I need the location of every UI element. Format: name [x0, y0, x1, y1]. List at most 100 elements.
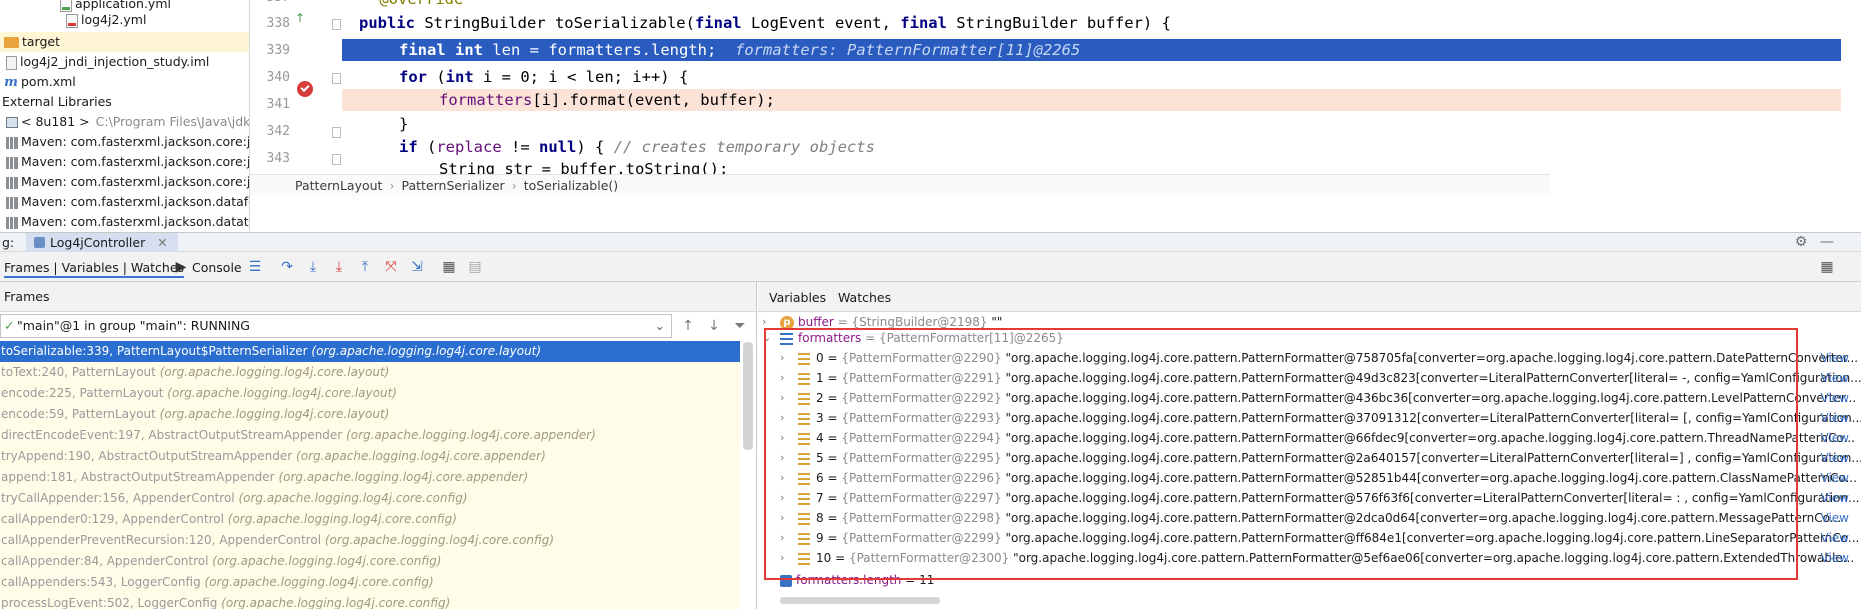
array-element-icon [798, 532, 810, 545]
expand-arrow-icon[interactable]: › [780, 388, 790, 408]
fold-icon[interactable] [332, 127, 341, 138]
array-element-row[interactable]: › 9 = {PatternFormatter@2299} "org.apache… [758, 528, 1861, 548]
array-element-row[interactable]: › 8 = {PatternFormatter@2298} "org.apache… [758, 508, 1861, 528]
step-over-icon[interactable]: ↷ [278, 258, 296, 276]
tree-item-library[interactable]: Maven: com.fasterxml.jackson.core:jack [0, 172, 250, 192]
stack-frame-row[interactable]: tryCallAppender:156, AppenderControl (or… [0, 488, 740, 509]
expand-arrow-icon[interactable]: › [780, 548, 790, 568]
array-element-row[interactable]: › 4 = {PatternFormatter@2294} "org.apache… [758, 428, 1861, 448]
frames-scrollbar[interactable] [743, 342, 753, 450]
array-element-row[interactable]: › 2 = {PatternFormatter@2292} "org.apache… [758, 388, 1861, 408]
view-link[interactable]: View [1821, 368, 1849, 388]
view-link[interactable]: View [1821, 428, 1849, 448]
array-element-icon [798, 412, 810, 425]
layout-settings-icon[interactable]: ▦ [1818, 258, 1836, 276]
tree-item-log4j2-yml[interactable]: log4j2.yml [0, 10, 249, 30]
view-link[interactable]: View [1821, 448, 1849, 468]
view-link[interactable]: View [1821, 548, 1849, 568]
array-element-row[interactable]: › 3 = {PatternFormatter@2293} "org.apache… [758, 408, 1861, 428]
array-element-row[interactable]: › 5 = {PatternFormatter@2295} "org.apache… [758, 448, 1861, 468]
tree-item-library[interactable]: Maven: com.fasterxml.jackson.core:jack [0, 132, 249, 152]
collapse-arrow-icon[interactable]: ⌄ [762, 328, 772, 348]
fold-icon[interactable] [332, 73, 341, 84]
frame-down-icon[interactable]: ↓ [704, 316, 724, 336]
tree-item-library[interactable]: Maven: com.fasterxml.jackson.core:jack [0, 152, 249, 172]
override-arrow-icon[interactable]: ↑ [295, 12, 305, 24]
expand-arrow-icon[interactable]: › [780, 428, 790, 448]
tree-item-external-libraries[interactable]: External Libraries [0, 92, 249, 112]
array-element-row[interactable]: › 1 = {PatternFormatter@2291} "org.apache… [758, 368, 1861, 388]
stack-frame-row[interactable]: tryAppend:190, AbstractOutputStreamAppen… [0, 446, 740, 467]
tree-item-jdk[interactable]: < 8u181 > C:\Program Files\Java\jdk1. [0, 112, 249, 132]
filter-icon[interactable]: ⏷ [730, 316, 750, 336]
array-element-row[interactable]: › 10 = {PatternFormatter@2300} "org.apach… [758, 548, 1861, 568]
expand-arrow-icon[interactable]: › [780, 508, 790, 528]
view-link[interactable]: View [1821, 408, 1849, 428]
menu-icon[interactable]: ☰ [246, 258, 264, 276]
debug-session-tab[interactable]: Log4jController ✕ [26, 233, 178, 252]
tab-variables[interactable]: Variables [769, 290, 826, 305]
view-link[interactable]: View [1821, 488, 1849, 508]
stack-frame-row[interactable]: callAppender:84, AppenderControl (org.ap… [0, 551, 740, 572]
tree-item-label: log4j2_jndi_injection_study.iml [20, 54, 210, 69]
tree-item-label: Maven: com.fasterxml.jackson.core:jack [21, 174, 250, 189]
stack-frame-row[interactable]: callAppenders:543, LoggerConfig (org.apa… [0, 572, 740, 593]
tab-console[interactable]: Console [192, 258, 242, 278]
breadcrumb-separator-icon: › [389, 178, 395, 193]
expand-arrow-icon[interactable]: › [780, 448, 790, 468]
stack-frame-row[interactable]: processLogEvent:502, LoggerConfig (org.a… [0, 593, 740, 609]
breadcrumb-item[interactable]: PatternSerializer [401, 178, 504, 193]
view-link[interactable]: View [1821, 508, 1849, 528]
view-link[interactable]: View [1821, 388, 1849, 408]
code-line-340: for (int i = 0; i < len; i++) { [399, 68, 689, 86]
tree-item-iml[interactable]: log4j2_jndi_injection_study.iml [0, 52, 249, 72]
stack-frame-row[interactable]: toText:240, PatternLayout (org.apache.lo… [0, 362, 740, 383]
frame-up-icon[interactable]: ↑ [678, 316, 698, 336]
expand-arrow-icon[interactable]: › [780, 488, 790, 508]
tree-item-library[interactable]: Maven: com.fasterxml.jackson.datatype [0, 212, 249, 232]
force-step-into-icon[interactable]: ⤓ [330, 258, 348, 276]
gear-icon[interactable]: ⚙ [1793, 234, 1809, 250]
stack-frame-row[interactable]: toSerializable:339, PatternLayout$Patter… [0, 341, 740, 362]
array-element-row[interactable]: › 0 = {PatternFormatter@2290} "org.apache… [758, 348, 1861, 368]
evaluate-expression-icon[interactable]: ▦ [440, 258, 458, 276]
tree-item-target[interactable]: target [0, 32, 249, 52]
expand-arrow-icon[interactable]: › [780, 348, 790, 368]
tab-frames-variables-watches[interactable]: Frames | Variables | Watches [4, 258, 185, 278]
tree-item-pom[interactable]: m pom.xml [0, 72, 249, 92]
breadcrumb-item[interactable]: PatternLayout [295, 178, 382, 193]
thread-selector[interactable]: ✓ "main"@1 in group "main": RUNNING ⌄ [0, 314, 672, 338]
step-out-icon[interactable]: ⤒ [356, 258, 374, 276]
tree-item-library[interactable]: Maven: com.fasterxml.jackson.dataforn [0, 192, 249, 212]
tab-watches[interactable]: Watches [838, 290, 891, 305]
run-to-cursor-icon[interactable]: ⇲ [408, 258, 426, 276]
drop-frame-icon[interactable]: ⤧ [382, 258, 400, 276]
expand-arrow-icon[interactable]: › [780, 528, 790, 548]
variables-horizontal-scrollbar[interactable] [780, 597, 940, 604]
fold-icon[interactable] [332, 154, 341, 165]
breadcrumb-item[interactable]: toSerializable() [524, 178, 618, 193]
view-link[interactable]: View [1821, 468, 1849, 488]
variable-row-formatters-length[interactable]: formatters.length = 11 [758, 570, 1861, 590]
array-element-row[interactable]: › 7 = {PatternFormatter@2297} "org.apache… [758, 488, 1861, 508]
expand-arrow-icon[interactable]: › [780, 408, 790, 428]
expand-arrow-icon[interactable]: › [780, 368, 790, 388]
array-element-row[interactable]: › 6 = {PatternFormatter@2296} "org.apache… [758, 468, 1861, 488]
minimize-icon[interactable]: — [1819, 234, 1835, 250]
stack-frame-row[interactable]: append:181, AbstractOutputStreamAppender… [0, 467, 740, 488]
fold-icon[interactable] [332, 19, 341, 30]
close-icon[interactable]: ✕ [157, 235, 167, 250]
stack-frame-row[interactable]: encode:225, PatternLayout (org.apache.lo… [0, 383, 740, 404]
line-number: 339 [266, 43, 290, 58]
stack-frame-row[interactable]: directEncodeEvent:197, AbstractOutputStr… [0, 425, 740, 446]
trace-icon[interactable]: ▤ [466, 258, 484, 276]
stack-frame-row[interactable]: callAppender0:129, AppenderControl (org.… [0, 509, 740, 530]
stack-frame-row[interactable]: encode:59, PatternLayout (org.apache.log… [0, 404, 740, 425]
step-into-icon[interactable]: ⤓ [304, 258, 322, 276]
view-link[interactable]: View [1821, 528, 1849, 548]
breakpoint-icon[interactable] [297, 81, 313, 97]
view-link[interactable]: View [1821, 348, 1849, 368]
expand-arrow-icon[interactable]: › [780, 468, 790, 488]
stack-frame-row[interactable]: callAppenderPreventRecursion:120, Append… [0, 530, 740, 551]
variable-row-formatters[interactable]: ⌄ formatters = {PatternFormatter[11]@226… [758, 328, 1861, 348]
